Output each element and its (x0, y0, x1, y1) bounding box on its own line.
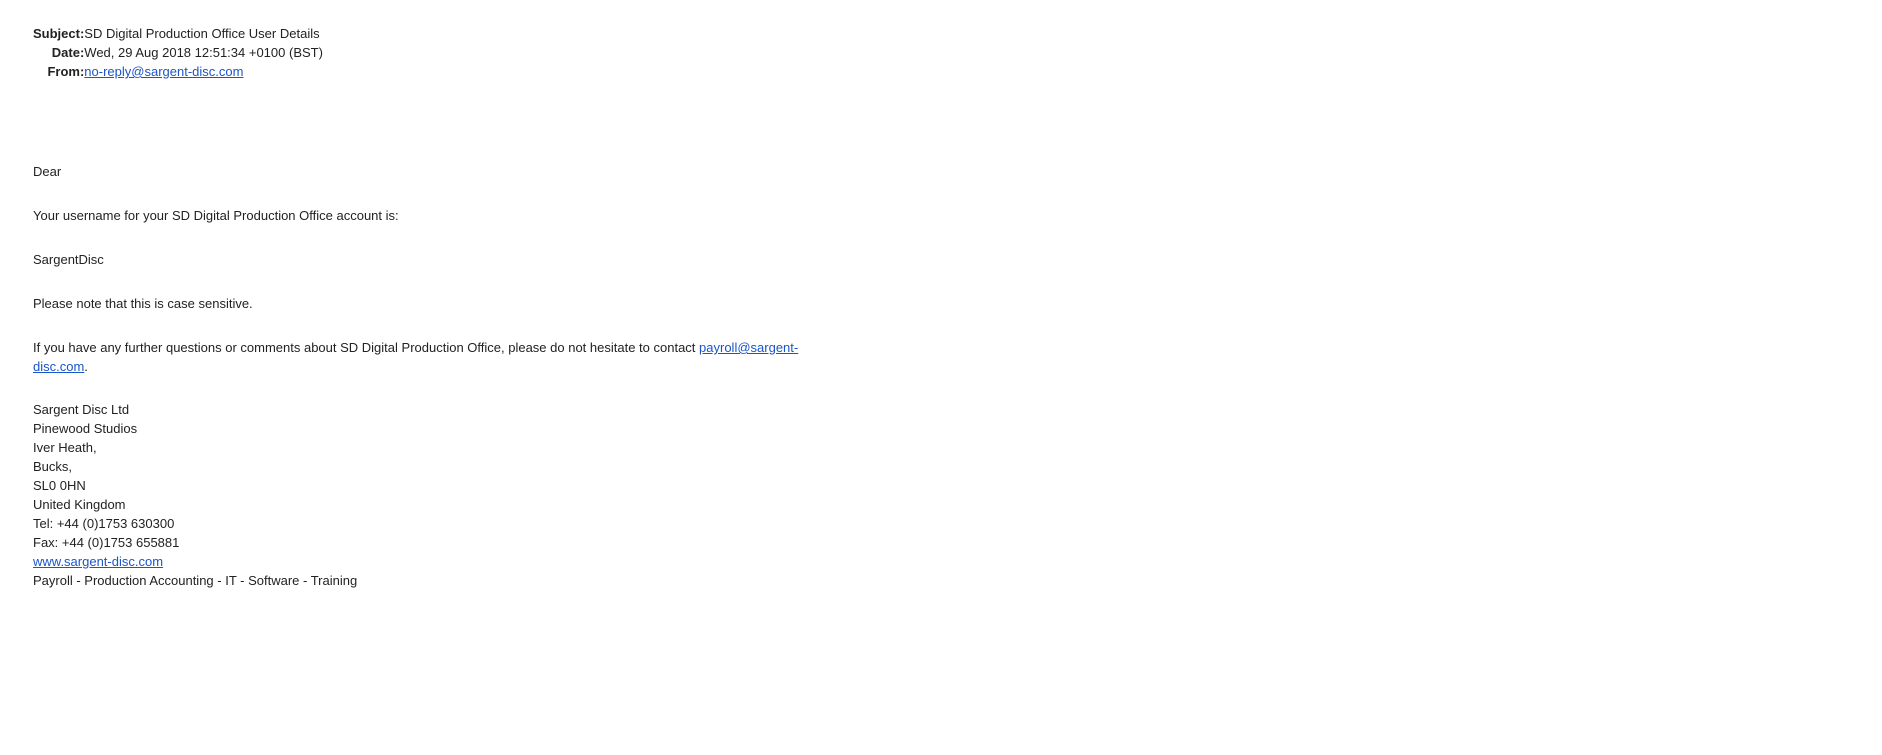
username-value: SargentDisc (33, 252, 104, 267)
signature-address-2: Iver Heath, (33, 440, 97, 455)
greeting: Dear (33, 164, 62, 179)
from-value: no-reply@sargent-disc.com (84, 62, 323, 81)
contact-paragraph: If you have any further questions or com… (33, 338, 813, 376)
case-note: Please note that this is case sensitive. (33, 296, 253, 311)
signature-fax: Fax: +44 (0)1753 655881 (33, 535, 180, 550)
signature-website-line: www.sargent-disc.com (33, 552, 813, 571)
date-row: Date: Wed, 29 Aug 2018 12:51:34 +0100 (B… (33, 43, 323, 62)
from-label: From: (47, 64, 85, 79)
date-label: Date: (51, 45, 85, 60)
email-message: Subject: SD Digital Production Office Us… (33, 24, 853, 590)
contact-end: . (84, 359, 88, 374)
signature-postcode: SL0 0HN (33, 478, 86, 493)
from-email-link[interactable]: no-reply@sargent-disc.com (84, 64, 243, 79)
signature-tel: Tel: +44 (0)1753 630300 (33, 516, 175, 531)
signature-company: Sargent Disc Ltd (33, 402, 130, 417)
username-intro: Your username for your SD Digital Produc… (33, 208, 399, 223)
signature: Sargent Disc Ltd Pinewood Studios Iver H… (33, 400, 813, 590)
email-headers: Subject: SD Digital Production Office Us… (33, 24, 323, 81)
subject-label: Subject: (33, 26, 85, 41)
website-link[interactable]: www.sargent-disc.com (33, 554, 163, 569)
signature-address-3: Bucks, (33, 459, 73, 474)
signature-country: United Kingdom (33, 497, 126, 512)
signature-address-1: Pinewood Studios (33, 421, 138, 436)
contact-text: If you have any further questions or com… (33, 340, 700, 355)
from-row: From: no-reply@sargent-disc.com (33, 62, 323, 81)
subject-row: Subject: SD Digital Production Office Us… (33, 24, 323, 43)
subject-value: SD Digital Production Office User Detail… (84, 26, 320, 41)
email-body: Dear Your username for your SD Digital P… (33, 162, 813, 590)
signature-services: Payroll - Production Accounting - IT - S… (33, 573, 358, 588)
date-value: Wed, 29 Aug 2018 12:51:34 +0100 (BST) (84, 45, 323, 60)
